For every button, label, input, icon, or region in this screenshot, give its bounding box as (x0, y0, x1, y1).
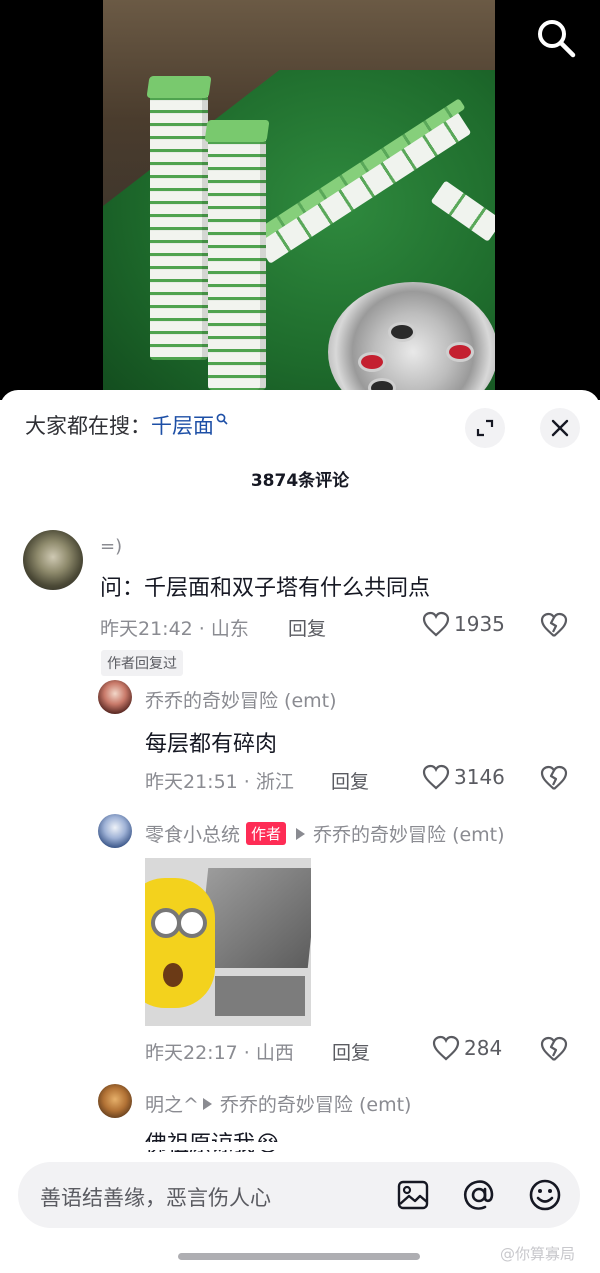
reply-button[interactable]: 回复 (331, 767, 369, 794)
reply-header: 零食小总统 作者 乔乔的奇妙冒险 (emt) (145, 820, 505, 847)
heart-icon (422, 611, 450, 637)
reply-button[interactable]: 回复 (288, 614, 326, 641)
reply-to-username[interactable]: 乔乔的奇妙冒险 (emt) (220, 1094, 412, 1116)
author-replied-tag: 作者回复过 (101, 650, 183, 676)
like-button[interactable]: 1935 (422, 611, 505, 637)
expand-button[interactable] (465, 408, 505, 448)
comment-username[interactable]: =) (100, 536, 122, 557)
image-icon[interactable] (396, 1178, 430, 1212)
hot-search-prefix: 大家都在搜： (25, 414, 151, 438)
comment-text: 问：千层面和双子塔有什么共同点 (100, 576, 431, 601)
minion-sticker (145, 878, 215, 1008)
close-icon (551, 419, 569, 437)
avatar[interactable] (98, 680, 132, 714)
hot-search-bar[interactable]: 大家都在搜：千层面 (25, 410, 228, 440)
reply-time: 昨天22:17 (145, 1042, 238, 1064)
broken-heart-icon[interactable] (540, 1036, 568, 1062)
broken-heart-icon[interactable] (540, 765, 568, 791)
emoji-icon[interactable] (528, 1178, 562, 1212)
author-badge: 作者 (246, 822, 287, 845)
like-button[interactable]: 284 (432, 1035, 502, 1061)
video-player[interactable] (0, 0, 600, 400)
tile-tower-left (146, 76, 212, 360)
expand-icon (476, 419, 494, 437)
reply-to-arrow-icon (202, 1098, 212, 1110)
reply-location: 浙江 (255, 771, 294, 793)
reply-location: 山西 (255, 1042, 294, 1064)
reply-header: 明之^ 乔乔的奇妙冒险 (emt) (145, 1090, 411, 1117)
search-icon[interactable] (536, 18, 576, 58)
close-button[interactable] (540, 408, 580, 448)
broken-heart-icon[interactable] (540, 612, 568, 638)
video-frame (103, 0, 495, 400)
reply-username[interactable]: 零食小总统 (145, 824, 240, 846)
reply-time: 昨天21:51 (145, 771, 238, 793)
comment-location: 山东 (210, 618, 249, 640)
comment-time: 昨天21:42 (100, 618, 193, 640)
hot-search-keyword[interactable]: 千层面 (151, 414, 214, 438)
home-indicator[interactable] (178, 1253, 420, 1260)
avatar[interactable] (98, 814, 132, 848)
avatar[interactable] (98, 1084, 132, 1118)
comment-meta: 昨天21:42 · 山东 (100, 618, 249, 640)
watermark: @你算寡局 (500, 1245, 576, 1263)
heart-icon (432, 1035, 460, 1061)
heart-icon (422, 764, 450, 790)
comment-input-placeholder: 善语结善缘，恶言伤人心 (40, 1186, 271, 1210)
search-small-icon (216, 413, 228, 425)
like-button[interactable]: 3146 (422, 764, 505, 790)
reply-meta: 昨天21:51 · 浙江 (145, 771, 294, 793)
comment-input[interactable]: 善语结善缘，恶言伤人心 (18, 1162, 580, 1228)
like-count: 3146 (454, 765, 505, 789)
comment-count: 3874条评论 (250, 471, 350, 491)
reply-button[interactable]: 回复 (332, 1038, 370, 1065)
like-count: 284 (464, 1036, 503, 1060)
avatar[interactable] (23, 530, 83, 590)
reply-username[interactable]: 乔乔的奇妙冒险 (emt) (145, 686, 337, 713)
reply-sticker-image[interactable] (145, 858, 311, 1026)
mention-icon[interactable] (462, 1178, 496, 1212)
reply-text: 每层都有碎肉 (145, 732, 278, 757)
reply-to-username[interactable]: 乔乔的奇妙冒险 (emt) (313, 824, 505, 846)
like-count: 1935 (454, 612, 505, 636)
reply-meta: 昨天22:17 · 山西 (145, 1042, 294, 1064)
tile-tower-right (204, 120, 270, 390)
reply-username[interactable]: 明之^ (145, 1094, 199, 1116)
comments-sheet: 大家都在搜：千层面 3874条评论 =) 问：千层面和双子塔有什么共同点 昨天2… (0, 390, 600, 1273)
reply-to-arrow-icon (296, 828, 306, 840)
